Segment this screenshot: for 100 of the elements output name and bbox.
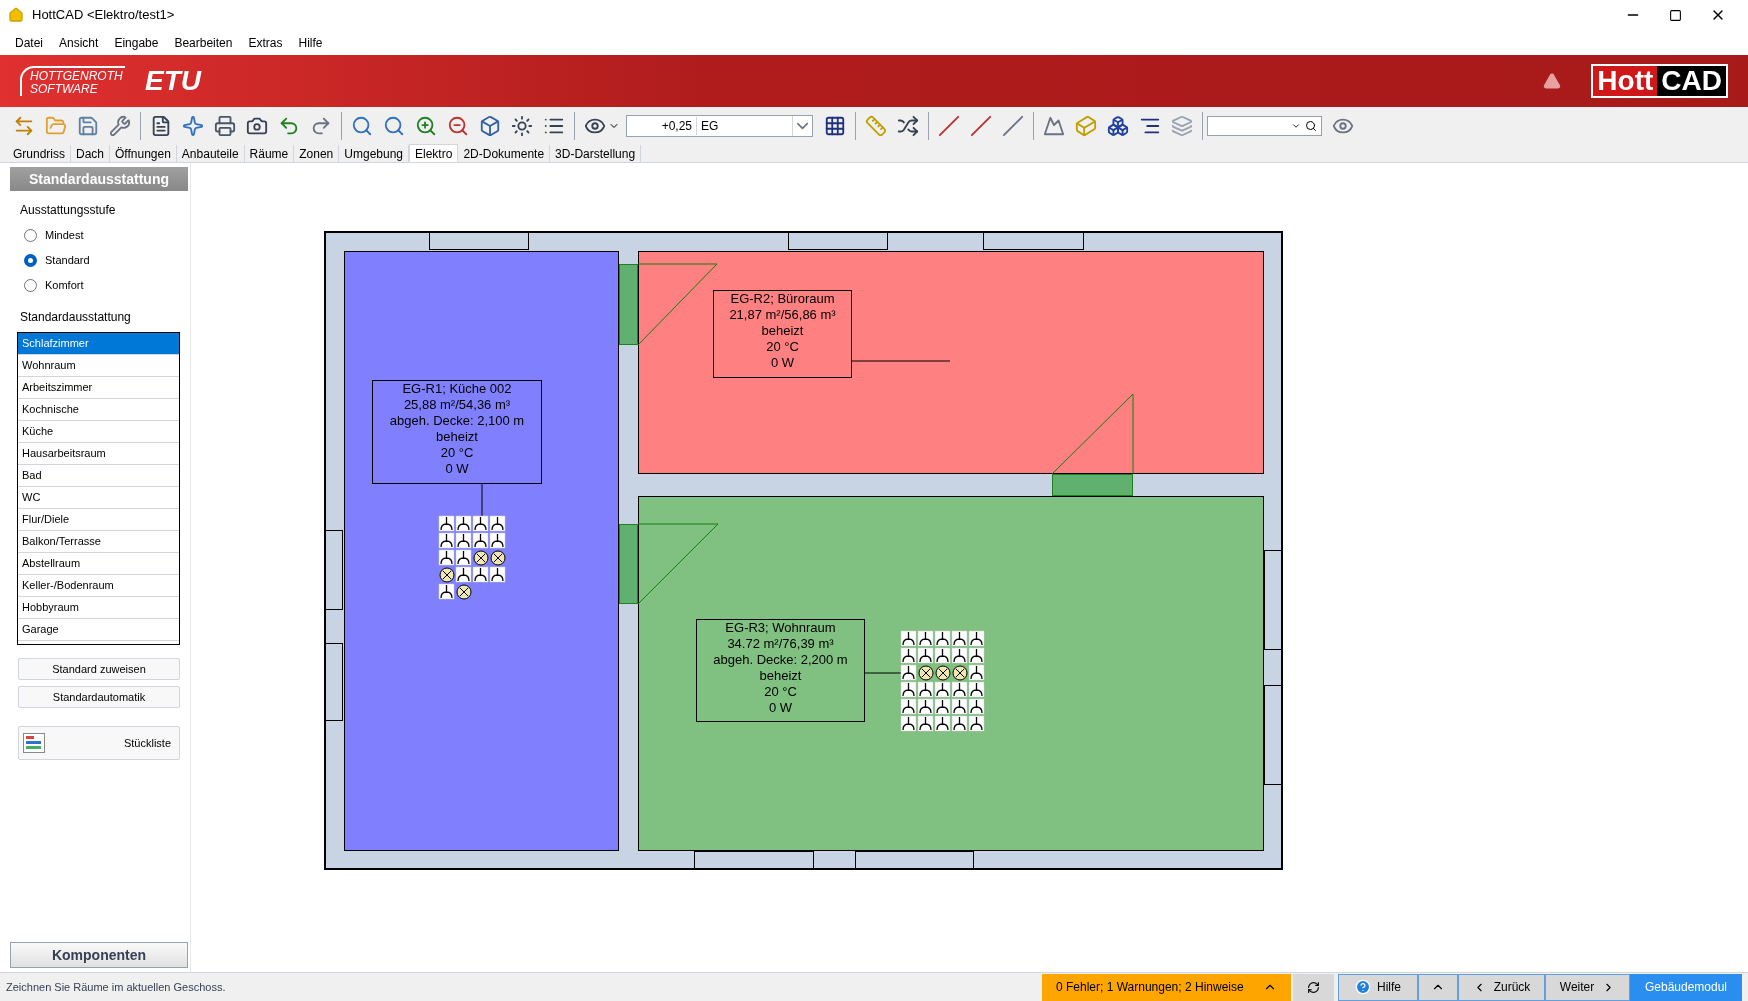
tab[interactable]: Dach: [71, 145, 111, 162]
window-opening[interactable]: [983, 231, 1084, 250]
company-name-line: HOTTGENROTH: [30, 70, 124, 83]
room-label-line: beheizt: [436, 429, 478, 445]
redo-icon[interactable]: [310, 115, 332, 137]
room-label-box[interactable]: EG-R2; Büroraum 21,87 m²/56,86 m³ beheizt 20 °C 0 W: [713, 290, 852, 378]
brand-text: CAD: [1657, 66, 1726, 96]
room-label-line: 20 °C: [764, 684, 797, 700]
swap-icon[interactable]: [897, 115, 919, 137]
product-logo: ETU: [145, 64, 201, 98]
room-label-line: 21,87 m²/56,86 m³: [729, 307, 836, 323]
menu-item[interactable]: Bearbeiten: [167, 33, 240, 52]
next-button[interactable]: Weiter: [1545, 973, 1630, 1001]
cube-icon[interactable]: [479, 115, 501, 137]
messages-button[interactable]: 0 Fehler; 1 Warnungen; 2 Hinweise: [1042, 973, 1291, 1001]
room-label-line: abgeh. Decke: 2,100 m: [389, 413, 525, 429]
star-icon[interactable]: [182, 115, 204, 137]
zoom-window-icon[interactable]: [351, 115, 373, 137]
parts-list-button[interactable]: Stückliste: [18, 726, 180, 760]
window-opening[interactable]: [694, 851, 814, 870]
radio-label[interactable]: Standard: [45, 252, 90, 269]
status-hint: Zeichnen Sie Räume im aktuellen Geschoss.: [6, 979, 226, 995]
zoom-fit-icon[interactable]: [383, 115, 405, 137]
brand-text: Hott: [1593, 66, 1658, 96]
room-label-line: 0 W: [445, 461, 469, 477]
components-button[interactable]: Komponenten: [10, 942, 188, 968]
company-name-line: SOFTWARE: [30, 83, 99, 96]
line-cut-icon[interactable]: [970, 115, 992, 137]
window-opening[interactable]: [1264, 685, 1283, 785]
save-icon[interactable]: [77, 115, 99, 137]
tools-icon[interactable]: [109, 115, 131, 137]
menu-item[interactable]: Extras: [241, 33, 290, 52]
tab[interactable]: 3D-Darstellung: [550, 145, 642, 162]
roof-icon[interactable]: [1043, 115, 1065, 137]
maximize-icon[interactable]: [1669, 8, 1682, 22]
tab[interactable]: Anbauteile: [176, 145, 245, 162]
refresh-button[interactable]: [1293, 973, 1334, 1001]
radio-label[interactable]: Komfort: [45, 277, 84, 294]
refresh-icon: [1307, 980, 1320, 994]
room-label-line: 34.72 m²/76,39 m³: [727, 636, 834, 652]
tab[interactable]: Zonen: [294, 145, 340, 162]
line-delete-icon[interactable]: [1002, 115, 1024, 137]
undo-icon[interactable]: [278, 115, 300, 137]
window-opening[interactable]: [855, 851, 974, 870]
room-label-line: EG-R1; Küche 002: [402, 381, 512, 397]
tab[interactable]: Grundriss: [8, 145, 71, 162]
window-opening[interactable]: [429, 231, 529, 250]
room-label-line: EG-R2; Büroraum: [730, 291, 835, 307]
radio-label[interactable]: Mindest: [45, 227, 84, 244]
app-icon: [8, 7, 24, 23]
zoom-out-icon[interactable]: [447, 115, 469, 137]
swap-arrows-icon[interactable]: [13, 115, 35, 137]
radio-button[interactable]: [24, 229, 37, 242]
radio-button[interactable]: [24, 254, 37, 267]
tab[interactable]: Elektro: [409, 144, 459, 162]
dropdown-caret-icon[interactable]: [1291, 121, 1301, 131]
room-label-line: 0 W: [768, 700, 793, 716]
window-title: HottCAD <Elektro/test1>: [32, 6, 175, 25]
sun-icon[interactable]: [511, 115, 533, 137]
window-opening[interactable]: [788, 231, 888, 250]
back-button[interactable]: Zurück: [1458, 973, 1545, 1001]
room-label-line: beheizt: [761, 323, 804, 339]
room-label-line: 20 °C: [440, 445, 474, 461]
menu-item[interactable]: Hilfe: [291, 33, 330, 52]
room-label-box[interactable]: EG-R3; Wohnraum 34.72 m²/76,39 m³ abgeh. Decke: 2,200 m beheizt 20 °C 0 W: [696, 619, 865, 722]
camera-icon[interactable]: [246, 115, 268, 137]
room-label-line: 0 W: [770, 355, 795, 371]
printer-icon[interactable]: [214, 115, 236, 137]
document-icon[interactable]: [150, 115, 172, 137]
window-opening[interactable]: [1264, 550, 1283, 650]
room-label-box[interactable]: EG-R1; Küche 002 25,88 m²/54,36 m³ abgeh. Decke: 2,100 m beheizt 20 °C 0 W: [372, 380, 542, 484]
section-label: Ausstattungsstufe: [20, 202, 117, 219]
search-icon[interactable]: [1305, 120, 1317, 132]
window-opening[interactable]: [324, 530, 343, 610]
tab[interactable]: Räume: [244, 145, 295, 162]
zoom-in-icon[interactable]: [415, 115, 437, 137]
help-button[interactable]: Hilfe: [1338, 973, 1418, 1001]
menu-item[interactable]: Ansicht: [52, 33, 106, 52]
room-label-line: 25,88 m²/54,36 m³: [403, 397, 511, 413]
action-button[interactable]: Standard zuweisen: [18, 658, 180, 680]
room-area[interactable]: [638, 251, 1264, 474]
list-item[interactable]: Schlafzimmer: [18, 333, 179, 355]
action-button[interactable]: Standardautomatik: [18, 686, 180, 708]
tab[interactable]: Öffnungen: [110, 145, 177, 162]
room-label-line: 20 °C: [766, 339, 799, 355]
line-icon[interactable]: [938, 115, 960, 137]
radio-button[interactable]: [24, 279, 37, 292]
tab[interactable]: 2D-Dokumente: [458, 145, 551, 162]
menu-item[interactable]: Datei: [8, 33, 50, 52]
room-label-line: beheizt: [759, 668, 802, 684]
help-icon: [1355, 979, 1371, 995]
table-icon: [23, 733, 45, 753]
room-label-line: abgeh. Decke: 2,200 m: [713, 652, 848, 668]
dot-grid-icon[interactable]: [824, 115, 846, 137]
menu-item[interactable]: Eingabe: [107, 33, 166, 52]
wire-cube-icon[interactable]: [1107, 115, 1129, 137]
section-label: Standardausstattung: [20, 309, 132, 326]
messages-text: 0 Fehler; 1 Warnungen; 2 Hinweise: [1056, 979, 1244, 996]
window-opening[interactable]: [324, 643, 343, 721]
room-label-line: EG-R3; Wohnraum: [725, 620, 836, 636]
